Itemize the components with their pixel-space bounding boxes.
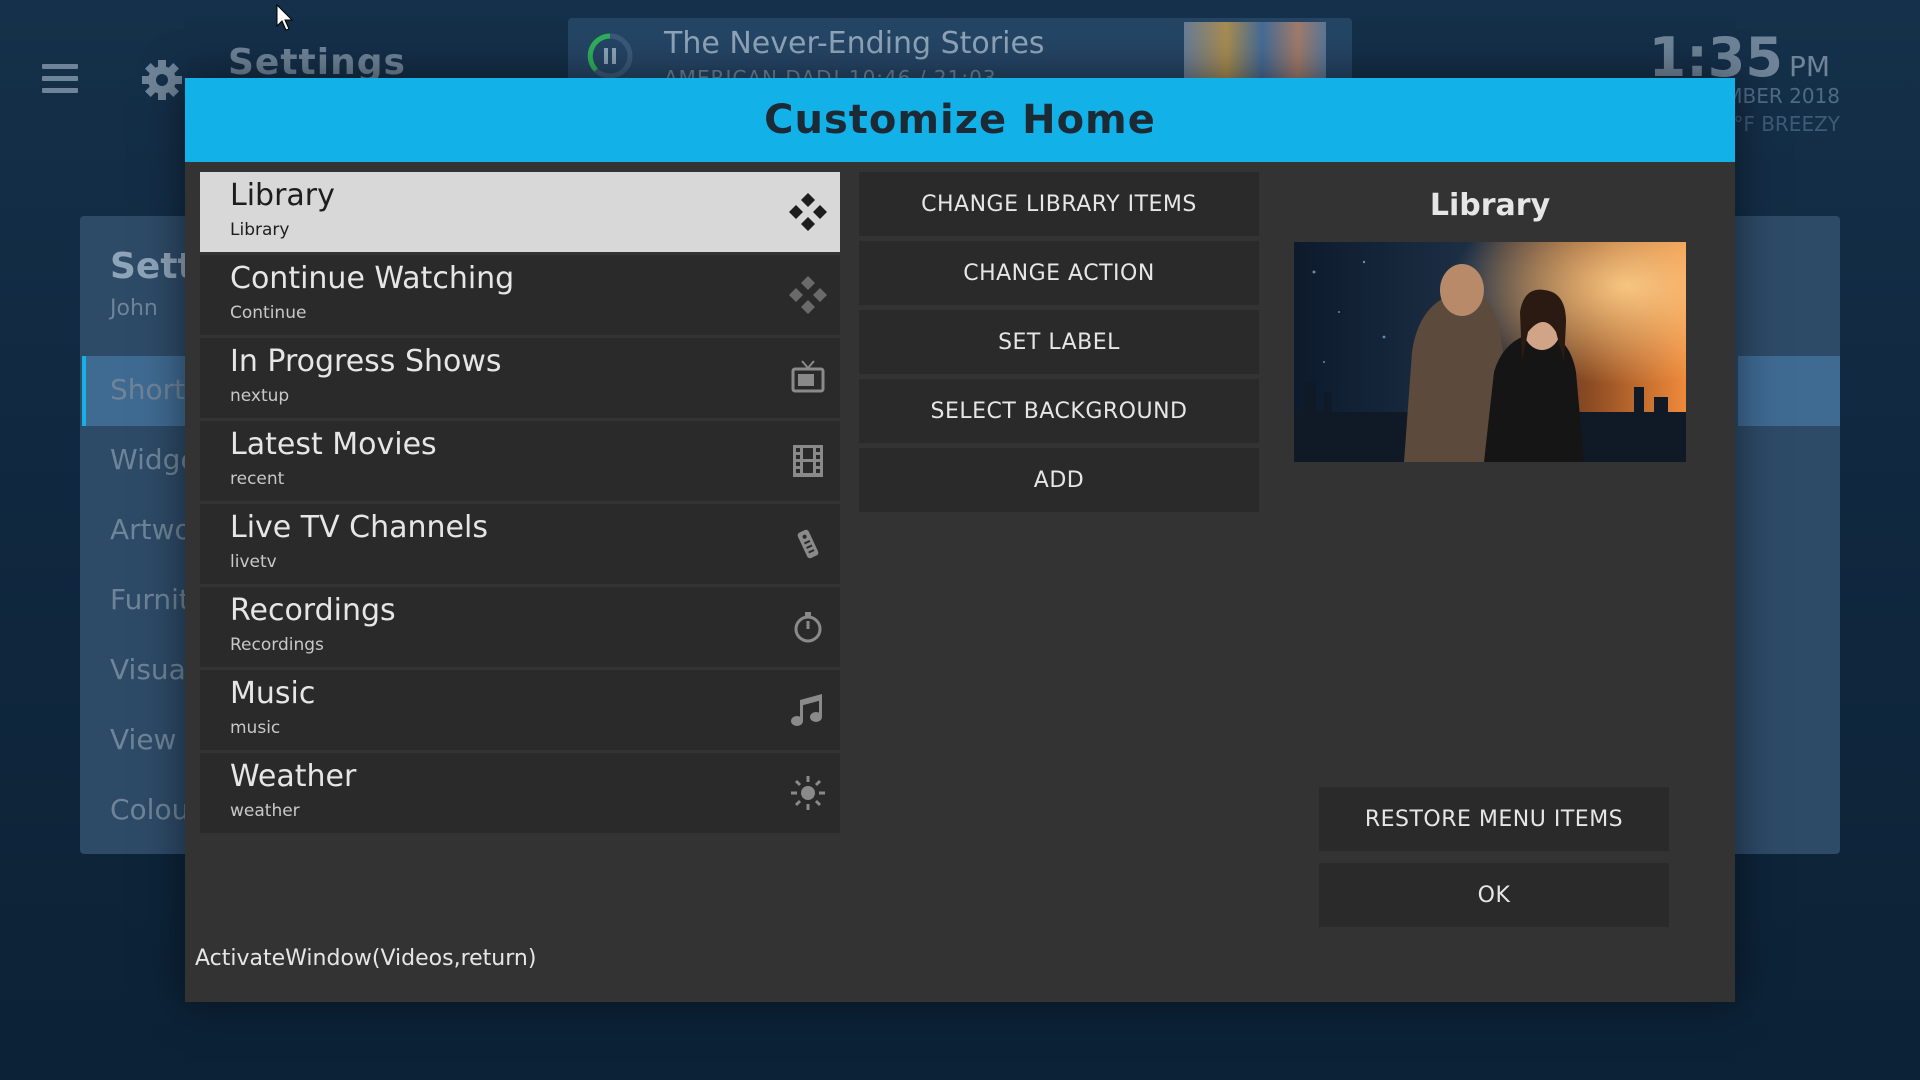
settings-menu-item[interactable]: Furnit [110,583,190,616]
settings-menu-item[interactable]: Colou [110,793,189,826]
gear-icon[interactable] [140,58,184,102]
menu-item-sublabel: Recordings [230,635,324,655]
dialog-title: Customize Home [764,97,1156,143]
menu-item-list: Library Library Continue Watching Contin… [200,172,840,836]
remote-icon [788,524,828,564]
settings-menu-item[interactable]: Artwo [110,513,192,546]
change-action-button[interactable]: CHANGE ACTION [859,241,1259,305]
menu-item-in-progress-shows[interactable]: In Progress Shows nextup [200,338,840,418]
menu-item-library[interactable]: Library Library [200,172,840,252]
page-title: Settings [228,42,406,83]
panel-user: John [110,296,158,321]
tv-icon [788,358,828,398]
kodi-screen: Settings The Never-Ending Stories AMERIC… [0,0,1920,1080]
menu-item-sublabel: nextup [230,386,290,406]
menu-item-continue-watching[interactable]: Continue Watching Continue [200,255,840,335]
menu-item-sublabel: Continue [230,303,307,323]
menu-item-latest-movies[interactable]: Latest Movies recent [200,421,840,501]
menu-item-recordings[interactable]: Recordings Recordings [200,587,840,667]
restore-menu-items-button[interactable]: RESTORE MENU ITEMS [1319,787,1669,851]
select-background-button[interactable]: SELECT BACKGROUND [859,379,1259,443]
set-label-button[interactable]: SET LABEL [859,310,1259,374]
menu-item-sublabel: weather [230,801,300,821]
menu-item-label: Latest Movies [230,427,437,462]
menu-item-music[interactable]: Music music [200,670,840,750]
timer-icon [788,607,828,647]
ok-button[interactable]: OK [1319,863,1669,927]
action-buttons: CHANGE LIBRARY ITEMS CHANGE ACTION SET L… [859,172,1259,517]
date-text: MBER 2018 [1725,84,1840,108]
hamburger-menu-icon[interactable] [42,64,78,94]
menu-item-label: Weather [230,759,357,794]
menu-item-live-tv-channels[interactable]: Live TV Channels livetv [200,504,840,584]
dialog-header: Customize Home [185,78,1735,162]
film-icon [788,441,828,481]
pause-icon[interactable] [586,32,634,80]
menu-item-weather[interactable]: Weather weather [200,753,840,833]
menu-item-label: Recordings [230,593,396,628]
menu-item-label: Library [230,178,335,213]
music-note-icon [788,690,828,730]
clock-ampm: PM [1788,50,1830,83]
active-row-highlight [1738,356,1840,426]
now-playing-title: The Never-Ending Stories [664,26,1045,61]
action-status-text: ActivateWindow(Videos,return) [195,946,537,971]
menu-item-label: Continue Watching [230,261,515,296]
weather-text: °F BREEZY [1733,112,1840,136]
background-preview-image [1294,242,1686,462]
menu-item-label: Live TV Channels [230,510,488,545]
change-library-items-button[interactable]: CHANGE LIBRARY ITEMS [859,172,1259,236]
kodi-logo-icon [788,275,828,315]
customize-home-dialog: Customize Home Library Library Continue … [185,78,1735,1002]
menu-item-sublabel: Library [230,220,290,240]
add-button[interactable]: ADD [859,448,1259,512]
menu-item-sublabel: livetv [230,552,277,572]
panel-title: Sett [110,246,195,287]
settings-menu-item[interactable]: Visual [110,653,194,686]
kodi-logo-icon [788,192,828,232]
mouse-cursor-icon [276,3,296,32]
sun-icon [788,773,828,813]
menu-item-label: In Progress Shows [230,344,502,379]
menu-item-label: Music [230,676,316,711]
menu-item-sublabel: recent [230,469,285,489]
menu-item-sublabel: music [230,718,281,738]
preview-title: Library [1429,188,1551,223]
